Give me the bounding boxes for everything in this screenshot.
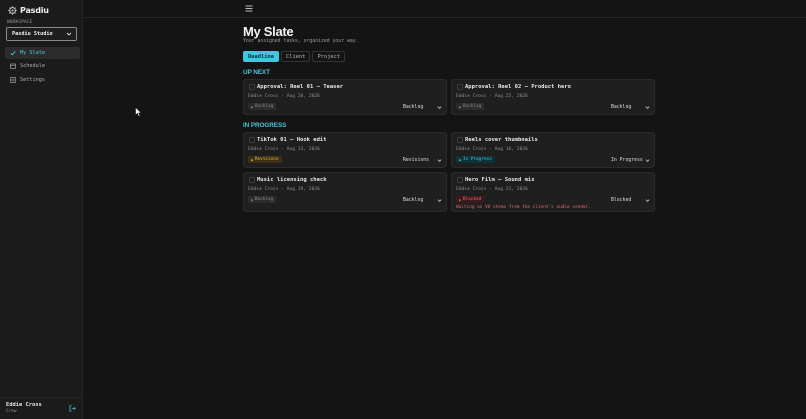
chevron-down-icon	[437, 158, 442, 162]
section-in-progress: TikTok 01 — Hook edit Eddie Cross · Aug …	[243, 132, 655, 212]
sidebar-item-schedule[interactable]: Schedule	[5, 61, 80, 73]
status-select-value: Backlog	[403, 197, 424, 203]
task-card[interactable]: Hero Film — Sound mix Eddie Cross · Aug …	[451, 172, 655, 212]
task-meta: Eddie Cross · Aug 16, 2026	[456, 147, 528, 152]
gear-logo-icon	[8, 5, 17, 15]
status-badge: Backlog	[456, 103, 485, 110]
app-name: Pasdiu	[20, 5, 49, 15]
tab-deadline[interactable]: Deadline	[243, 51, 279, 62]
chevron-down-icon	[645, 158, 650, 162]
main-content: My Slate Your assigned tasks, organized …	[243, 25, 655, 212]
workspace-value: Pasdiu Studio	[12, 31, 53, 37]
status-badge: Blocked	[456, 196, 485, 203]
sidebar: Pasdiu WORKSPACE Pasdiu Studio My Slate …	[0, 0, 83, 419]
hamburger-menu-icon[interactable]	[245, 5, 253, 12]
status-select[interactable]: In Progress	[610, 156, 650, 164]
status-select-value: In Progress	[611, 157, 643, 163]
check-icon	[10, 50, 16, 56]
calendar-icon	[10, 63, 16, 70]
brand[interactable]: Pasdiu	[8, 5, 49, 15]
status-badge: Backlog	[248, 103, 277, 110]
chevron-down-icon	[66, 32, 72, 36]
task-checkbox[interactable]	[249, 137, 255, 143]
task-meta: Eddie Cross · Aug 20, 2026	[248, 94, 320, 99]
status-badge: Revisions	[248, 156, 282, 163]
task-title: Reels cover thumbnails	[465, 137, 538, 143]
chevron-down-icon	[437, 198, 442, 202]
page-subtitle: Your assigned tasks, organized your way.	[243, 39, 359, 44]
workspace-label: WORKSPACE	[7, 20, 33, 25]
status-select[interactable]: Blocked	[610, 196, 650, 204]
task-meta: Eddie Cross · Aug 25, 2026	[456, 94, 528, 99]
blocked-note: Waiting on VO stems from the client's au…	[456, 205, 591, 210]
task-card[interactable]: Reels cover thumbnails Eddie Cross · Aug…	[451, 132, 655, 168]
settings-icon	[10, 77, 16, 83]
mouse-cursor-icon	[135, 107, 142, 117]
chevron-down-icon	[437, 105, 442, 109]
section-up-next: Approval: Reel 01 — Teaser Eddie Cross ·…	[243, 79, 655, 115]
user-role: Crew	[6, 409, 17, 414]
sidebar-item-my-slate[interactable]: My Slate	[5, 47, 80, 59]
status-select-value: Revisions	[403, 157, 429, 163]
sidebar-nav: My Slate Schedule Settings	[5, 47, 80, 88]
task-meta: Eddie Cross · Aug 19, 2026	[248, 187, 320, 192]
task-checkbox[interactable]	[457, 137, 463, 143]
sidebar-item-label: My Slate	[20, 49, 45, 56]
status-select[interactable]: Backlog	[402, 103, 442, 111]
sidebar-item-label: Schedule	[20, 63, 45, 70]
task-meta: Eddie Cross · Aug 21, 2026	[456, 187, 528, 192]
task-checkbox[interactable]	[457, 177, 463, 183]
sidebar-item-settings[interactable]: Settings	[5, 74, 80, 86]
chevron-down-icon	[645, 198, 650, 202]
task-meta: Eddie Cross · Aug 13, 2026	[248, 147, 320, 152]
group-by-tabs: Deadline Client Project	[243, 51, 655, 62]
task-card[interactable]: Approval: Reel 01 — Teaser Eddie Cross ·…	[243, 79, 447, 115]
status-badge: In Progress	[456, 156, 495, 163]
section-label-up-next: UP NEXT	[243, 69, 270, 76]
task-card[interactable]: Music licensing check Eddie Cross · Aug …	[243, 172, 447, 212]
sidebar-item-label: Settings	[20, 76, 45, 83]
task-checkbox[interactable]	[457, 84, 463, 90]
task-checkbox[interactable]	[249, 84, 255, 90]
task-card[interactable]: TikTok 01 — Hook edit Eddie Cross · Aug …	[243, 132, 447, 168]
chevron-down-icon	[645, 105, 650, 109]
workspace-select[interactable]: Pasdiu Studio	[6, 27, 77, 41]
status-select[interactable]: Revisions	[402, 156, 442, 164]
page-title: My Slate	[243, 24, 294, 39]
task-title: Approval: Reel 01 — Teaser	[257, 84, 344, 90]
task-title: Hero Film — Sound mix	[465, 177, 535, 183]
status-select[interactable]: Backlog	[402, 196, 442, 204]
tab-project[interactable]: Project	[312, 51, 346, 62]
status-select[interactable]: Backlog	[610, 103, 650, 111]
task-title: Approval: Reel 02 — Product hero	[465, 84, 571, 90]
status-select-value: Backlog	[611, 104, 632, 110]
logout-icon[interactable]	[69, 405, 76, 412]
task-title: TikTok 01 — Hook edit	[257, 137, 327, 143]
status-select-value: Blocked	[611, 197, 632, 203]
status-badge: Backlog	[248, 196, 277, 203]
section-label-in-progress: IN PROGRESS	[243, 122, 287, 129]
status-select-value: Backlog	[403, 104, 424, 110]
task-checkbox[interactable]	[249, 177, 255, 183]
task-card[interactable]: Approval: Reel 02 — Product hero Eddie C…	[451, 79, 655, 115]
user-name: Eddie Cross	[6, 402, 42, 408]
tab-client[interactable]: Client	[280, 51, 311, 62]
user-profile: Eddie Cross Crew	[0, 397, 83, 419]
task-title: Music licensing check	[257, 177, 327, 183]
topbar	[84, 0, 806, 18]
